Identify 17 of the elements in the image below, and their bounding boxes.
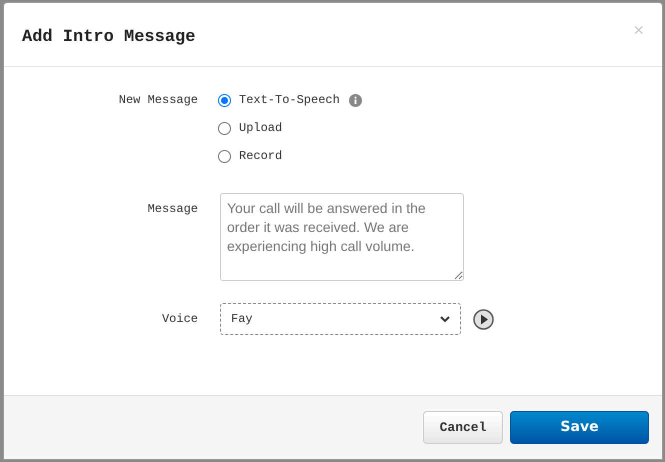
- message-field[interactable]: Your call will be answered in the order it was received. We are experiencing high call volume.: [220, 193, 464, 281]
- radio-label: Upload: [239, 120, 282, 137]
- dialog-title: Add Intro Message: [22, 27, 196, 49]
- field-label: Message: [146, 201, 198, 218]
- save-button[interactable]: Save: [510, 411, 649, 444]
- field-label: Voice: [160, 311, 198, 328]
- radio-button[interactable]: [218, 94, 231, 106]
- radio-label: Record: [239, 148, 282, 165]
- radio-label: Text-To-Speech: [239, 92, 340, 109]
- chevron-down-icon: [440, 316, 450, 322]
- play-icon[interactable]: [473, 308, 494, 330]
- info-icon[interactable]: [348, 94, 362, 106]
- cancel-button[interactable]: Cancel: [423, 411, 503, 444]
- radio-button[interactable]: [218, 122, 231, 134]
- radio-button[interactable]: [218, 150, 231, 162]
- voice-select[interactable]: Fay: [220, 303, 461, 335]
- field-label: New Message: [118, 92, 198, 109]
